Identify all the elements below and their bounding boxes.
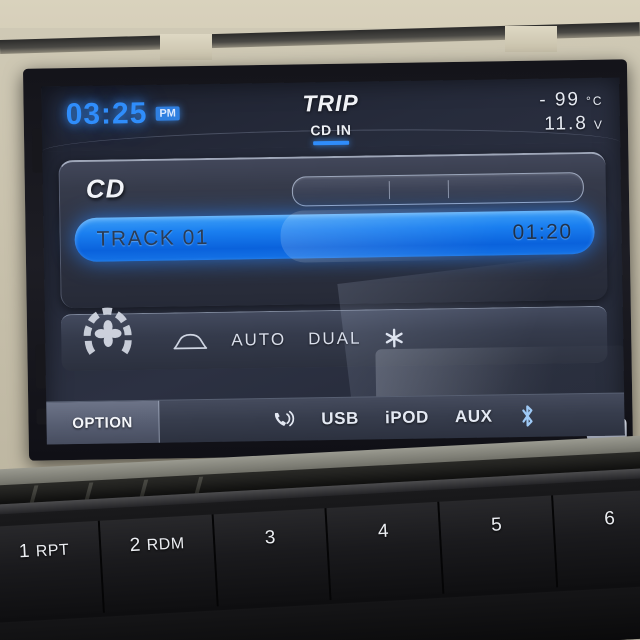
- source-usb[interactable]: USB: [321, 409, 359, 430]
- preset-1-number: 1: [18, 540, 31, 563]
- climate-control-bar[interactable]: AUTO DUAL: [60, 305, 608, 372]
- preset-button-6-label: 6: [604, 508, 616, 531]
- climate-indicators: AUTO DUAL: [171, 307, 588, 370]
- preset-5-number: 5: [490, 514, 503, 536]
- bluetooth-icon[interactable]: [518, 404, 536, 428]
- dual-label: DUAL: [307, 328, 362, 349]
- source-list: USB iPOD AUX: [159, 402, 624, 433]
- preset-button-1-label: 1 RPT: [18, 539, 70, 564]
- temperature-readout: - 99 °C: [539, 88, 604, 113]
- preset-button-4[interactable]: 4: [326, 501, 445, 600]
- infotainment-screen[interactable]: 03:25 PM TRIP CD IN - 99 °C 11.8 V CD TR…: [41, 77, 625, 445]
- option-button-label: OPTION: [72, 413, 133, 432]
- voltage-unit: V: [593, 117, 604, 132]
- preset-button-5-label: 5: [491, 514, 503, 537]
- preset-button-5[interactable]: 5: [439, 495, 558, 594]
- preset-button-1[interactable]: 1 RPT: [0, 520, 106, 619]
- temperature-unit: °C: [585, 93, 604, 109]
- disc-slot-indicator: [291, 172, 585, 207]
- cd-source-label: CD: [85, 173, 126, 204]
- fan-speed-icon[interactable]: [75, 300, 142, 367]
- car-head-unit-photo: 03:25 PM TRIP CD IN - 99 °C 11.8 V CD TR…: [0, 0, 640, 640]
- preset-button-2-label: 2 RDM: [129, 532, 185, 557]
- track-progress-bar[interactable]: TRACK 01 01:20: [74, 209, 595, 263]
- vehicle-readouts: - 99 °C 11.8 V: [539, 88, 604, 137]
- trim-notch-left: [160, 34, 212, 60]
- option-button[interactable]: OPTION: [46, 400, 160, 445]
- preset-6-number: 6: [603, 508, 616, 530]
- preset-4-number: 4: [377, 520, 390, 543]
- auto-label: AUTO: [231, 329, 287, 350]
- disc-tick-1: [388, 181, 391, 200]
- preset-button-4-label: 4: [377, 521, 389, 544]
- preset-2-function: RDM: [146, 535, 186, 555]
- preset-1-function: RPT: [35, 541, 70, 561]
- preset-button-3-label: 3: [264, 527, 276, 550]
- disc-tick-2: [447, 180, 450, 199]
- track-name: TRACK 01: [96, 225, 210, 251]
- phone-call-icon[interactable]: [271, 409, 295, 431]
- preset-button-2[interactable]: 2 RDM: [100, 514, 219, 613]
- source-ipod[interactable]: iPOD: [385, 408, 429, 429]
- trim-notch-right: [505, 26, 557, 52]
- snowflake-icon[interactable]: [383, 327, 405, 349]
- preset-2-number: 2: [129, 534, 142, 557]
- track-elapsed-time: 01:20: [512, 220, 573, 245]
- cd-player-panel[interactable]: CD TRACK 01 01:20: [58, 151, 611, 309]
- windshield-defrost-icon[interactable]: [171, 331, 209, 352]
- preset-button-3[interactable]: 3: [213, 508, 332, 607]
- trip-label: TRIP: [302, 89, 359, 117]
- preset-button-6[interactable]: 6: [552, 489, 640, 588]
- preset-3-number: 3: [264, 526, 277, 549]
- source-bar: OPTION USB iPOD AUX: [46, 392, 625, 445]
- temperature-value: - 99: [539, 89, 581, 111]
- source-aux[interactable]: AUX: [455, 407, 493, 428]
- status-bar: 03:25 PM TRIP CD IN - 99 °C 11.8 V: [41, 77, 621, 152]
